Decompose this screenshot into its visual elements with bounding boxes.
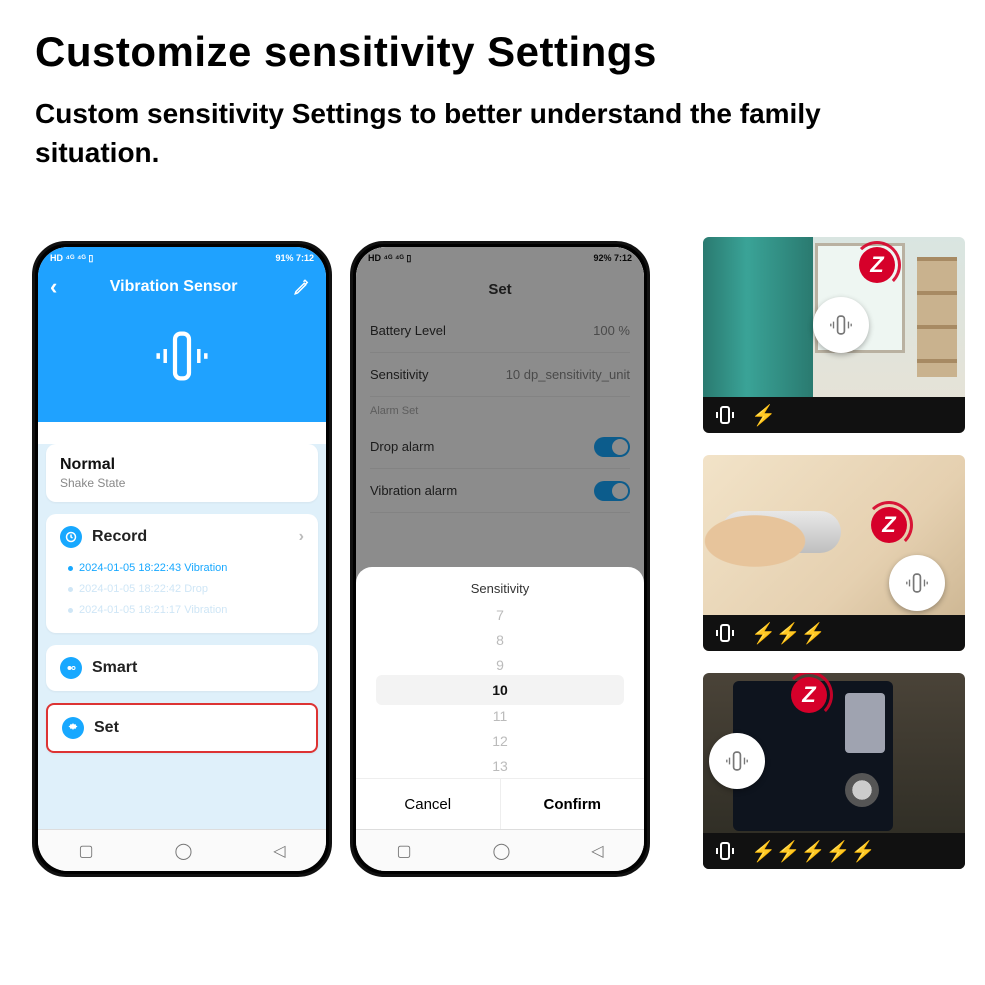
bolt-icon: ⚡ — [801, 841, 826, 863]
gear-icon — [62, 717, 84, 739]
state-card: Normal Shake State — [46, 444, 318, 502]
picker-option[interactable]: 8 — [356, 628, 644, 653]
smart-icon — [60, 657, 82, 679]
scene-tile-curtain: Z ⚡ — [703, 237, 965, 433]
picker-option[interactable]: 11 — [356, 703, 644, 728]
record-item: 2024-01-05 18:22:43 Vibration — [68, 558, 304, 579]
record-list: 2024-01-05 18:22:43 Vibration2024-01-05 … — [68, 558, 304, 621]
bolt-icon: ⚡ — [826, 841, 851, 863]
phone-main-screen: HD ⁴ᴳ ⁴ᴳ ▯ 91% 7:12 ‹ Vibration Sensor N… — [32, 241, 332, 877]
picker-option[interactable]: 9 — [356, 653, 644, 678]
nav-recent-icon[interactable]: ▢ — [78, 841, 93, 861]
record-item: 2024-01-05 18:21:17 Vibration — [68, 600, 304, 621]
record-item: 2024-01-05 18:22:42 Drop — [68, 579, 304, 600]
status-left: HD ⁴ᴳ ⁴ᴳ ▯ — [50, 253, 93, 264]
picker-option[interactable]: 10 — [356, 678, 644, 703]
phone-set-screen: HD ⁴ᴳ ⁴ᴳ ▯ 92% 7:12 Set Battery Level 10… — [350, 241, 650, 877]
smart-label: Smart — [92, 659, 137, 677]
bolt-row: ⚡⚡⚡ — [751, 621, 826, 646]
sensitivity-sheet: Sensitivity 78910111213 Cancel Confirm — [356, 567, 644, 829]
android-navbar[interactable]: ▢ ◯ ◁ — [356, 829, 644, 871]
sheet-title: Sensitivity — [356, 567, 644, 602]
android-navbar[interactable]: ▢ ◯ ◁ — [38, 829, 326, 871]
scene-tiles: Z ⚡ Z ⚡⚡⚡ — [703, 237, 965, 869]
scene-tile-door: Z ⚡⚡⚡ — [703, 455, 965, 651]
picker-option[interactable]: 12 — [356, 728, 644, 753]
vibration-sensor-icon — [709, 733, 765, 789]
nav-back-icon[interactable]: ◁ — [591, 841, 603, 861]
scene-tile-safe: Z ⚡⚡⚡⚡⚡ — [703, 673, 965, 869]
bolt-row: ⚡ — [751, 403, 776, 428]
clock-icon — [60, 526, 82, 548]
bolt-icon: ⚡ — [751, 623, 776, 645]
bolt-icon: ⚡ — [751, 841, 776, 863]
sensitivity-picker[interactable]: 78910111213 — [356, 602, 644, 778]
status-right: 91% 7:12 — [275, 253, 314, 263]
page-title: Vibration Sensor — [110, 278, 238, 296]
picker-option[interactable]: 13 — [356, 753, 644, 778]
smart-card[interactable]: Smart — [46, 645, 318, 691]
set-card[interactable]: Set — [46, 703, 318, 753]
vibration-line-icon — [713, 839, 737, 863]
cancel-button[interactable]: Cancel — [356, 779, 500, 829]
vibration-sensor-icon — [889, 555, 945, 611]
vibration-sensor-icon — [813, 297, 869, 353]
state-label: Shake State — [60, 476, 304, 490]
nav-home-icon[interactable]: ◯ — [174, 841, 192, 861]
hero-title: Customize sensitivity Settings — [35, 28, 950, 76]
hero-subtitle: Custom sensitivity Settings to better un… — [35, 94, 950, 172]
bolt-icon: ⚡ — [776, 841, 801, 863]
record-label: Record — [92, 528, 147, 546]
picker-option[interactable]: 7 — [356, 602, 644, 627]
nav-back-icon[interactable]: ◁ — [273, 841, 285, 861]
bolt-icon: ⚡ — [851, 841, 876, 863]
bolt-icon: ⚡ — [801, 623, 826, 645]
edit-icon[interactable] — [290, 275, 314, 299]
device-icon — [38, 321, 326, 396]
back-icon[interactable]: ‹ — [50, 276, 57, 298]
chevron-right-icon: › — [299, 528, 304, 546]
bolt-icon: ⚡ — [751, 405, 776, 427]
nav-home-icon[interactable]: ◯ — [492, 841, 510, 861]
record-card[interactable]: Record › 2024-01-05 18:22:43 Vibration20… — [46, 514, 318, 633]
set-label: Set — [94, 719, 119, 737]
bolt-icon: ⚡ — [776, 623, 801, 645]
confirm-button[interactable]: Confirm — [500, 779, 645, 829]
nav-recent-icon[interactable]: ▢ — [396, 841, 411, 861]
bolt-row: ⚡⚡⚡⚡⚡ — [751, 839, 876, 864]
state-value: Normal — [60, 456, 304, 474]
vibration-line-icon — [713, 621, 737, 645]
vibration-line-icon — [713, 403, 737, 427]
